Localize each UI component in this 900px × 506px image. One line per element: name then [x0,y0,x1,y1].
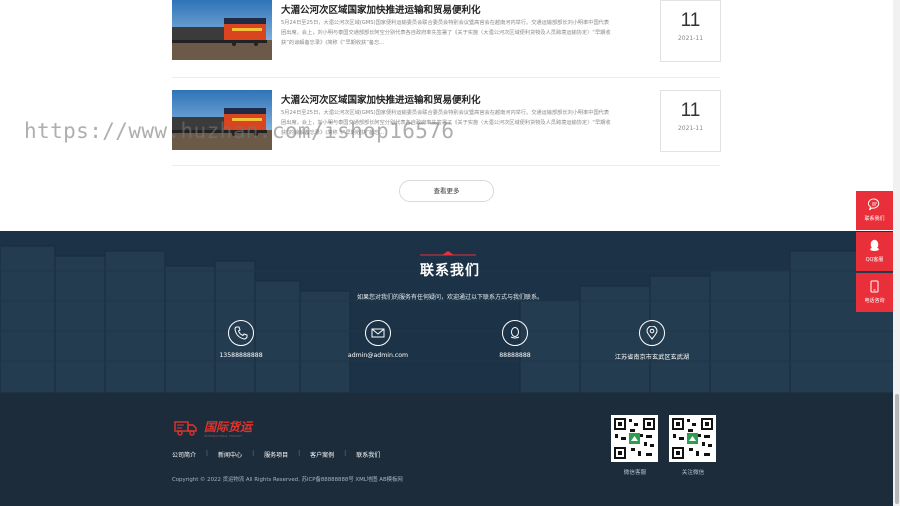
contact-subtitle: 如果您对我们的服务有任何疑问，欢迎通过以下联系方式与我们联系。 [356,294,543,301]
footer-link-contact[interactable]: 联系我们 [346,450,390,459]
mobile-phone-icon [870,280,879,293]
side-phone-label: 电话咨询 [864,298,885,304]
news-date-day: 11 [680,10,701,31]
news-thumbnail[interactable] [172,90,272,150]
title-decoration [420,251,476,256]
news-date-day: 11 [680,100,701,121]
side-qq-label: QQ客服 [865,257,884,263]
chat-icon [868,198,880,211]
footer-link-about[interactable]: 公司简介 [172,450,206,459]
side-contact-button[interactable]: 联系我们 [856,191,893,230]
news-date-month: 2021-11 [677,35,704,42]
scrollbar-thumb[interactable] [895,394,899,504]
qr-wechat-follow: 关注微信 [669,415,717,476]
news-section: 大湄公河次区域国家加快推进运输和贸易便利化 5月24日至25日，大湄公河次区域(… [0,0,900,231]
news-thumbnail[interactable] [172,0,272,60]
news-date: 11 2021-11 [660,0,721,62]
qr-code-icon [611,415,658,462]
footer-link-news[interactable]: 新闻中心 [208,450,252,459]
copyright: Copyright © 2022 货运物流 All Rights Reserve… [172,477,403,483]
news-title[interactable]: 大湄公河次区域国家加快推进运输和贸易便利化 [281,2,481,16]
qr-label: 关注微信 [681,470,705,476]
qr-label: 微信客服 [623,470,647,476]
qq-icon [870,239,879,251]
footer-nav: 公司简介 | 新闻中心 | 服务项目 | 客户案例 | 联系我们 [172,450,390,459]
mail-icon [365,320,391,346]
qq-icon [502,320,528,346]
contact-qq[interactable]: 88888888 [455,320,575,359]
news-item[interactable]: 大湄公河次区域国家加快推进运输和贸易便利化 5月24日至25日，大湄公河次区域(… [172,0,721,70]
logo-subtext: INTERNATIONAL FREIGHT [204,434,243,438]
footer: 国际货运 INTERNATIONAL FREIGHT 公司简介 | 新闻中心 |… [0,393,900,506]
footer-link-services[interactable]: 服务项目 [254,450,298,459]
qq-number: 88888888 [499,352,531,359]
phone-number: 13588888888 [219,352,263,359]
logo-text: 国际货运 [204,420,253,434]
divider [172,77,720,78]
contact-title: 联系我们 [420,263,480,279]
contact-phone[interactable]: 13588888888 [181,320,301,359]
qr-wechat-service: 微信客服 [611,415,659,476]
footer-link-cases[interactable]: 客户案例 [300,450,344,459]
side-qq-button[interactable]: QQ客服 [856,232,893,271]
news-summary: 5月24日至25日，大湄公河次区域(GMS)国家便利运输委员会联合委员会特别会议… [281,20,611,47]
news-date: 11 2021-11 [660,90,721,152]
location-icon [639,320,665,346]
news-summary: 5月24日至25日，大湄公河次区域(GMS)国家便利运输委员会联合委员会特别会议… [281,110,611,137]
side-phone-button[interactable]: 电话咨询 [856,273,893,312]
address-text: 江苏省南京市玄武区玄武湖 [614,354,690,361]
truck-icon [174,421,197,436]
news-date-month: 2021-11 [677,125,704,132]
qr-code-icon [669,415,716,462]
contact-section: 联系我们 如果您对我们的服务有任何疑问，欢迎通过以下联系方式与我们联系。 135… [0,231,900,393]
view-more-button[interactable]: 查看更多 [399,180,494,202]
email-address: admin@admin.com [347,352,409,359]
contact-address[interactable]: 江苏省南京市玄武区玄武湖 [592,320,712,361]
news-item[interactable]: 大湄公河次区域国家加快推进运输和贸易便利化 5月24日至25日，大湄公河次区域(… [172,90,721,160]
site-logo[interactable]: 国际货运 INTERNATIONAL FREIGHT [174,417,274,439]
side-contact-label: 联系我们 [864,216,885,222]
contact-email[interactable]: admin@admin.com [318,320,438,359]
divider [172,165,720,166]
news-title[interactable]: 大湄公河次区域国家加快推进运输和贸易便利化 [281,92,481,106]
side-float-bar: 联系我们 QQ客服 电话咨询 [856,191,893,314]
phone-icon [228,320,254,346]
